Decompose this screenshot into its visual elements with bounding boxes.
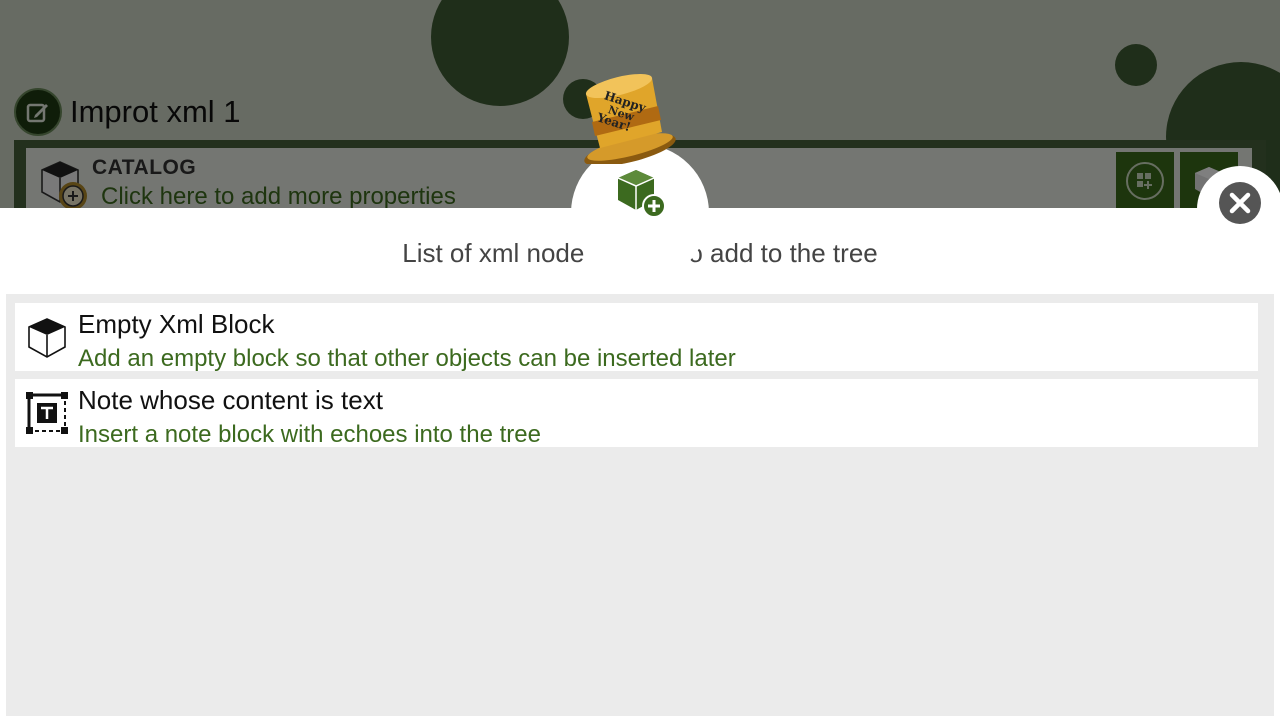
list-item-title: Empty Xml Block: [78, 309, 275, 339]
close-button[interactable]: [1219, 182, 1261, 224]
list-item-empty-xml-block[interactable]: Empty Xml Block Add an empty block so th…: [15, 303, 1258, 372]
add-cube-icon: [617, 170, 666, 218]
list-item-text-note[interactable]: Note whose content is text Insert a note…: [15, 379, 1258, 448]
list-item-title: Note whose content is text: [78, 385, 383, 415]
cube-icon: [28, 318, 66, 358]
new-year-hat-icon: Happy New Year!: [584, 74, 676, 164]
text-note-icon: [26, 392, 68, 434]
list-item-description: Add an empty block so that other objects…: [78, 345, 736, 372]
node-object-list: Empty Xml Block Add an empty block so th…: [6, 294, 1274, 716]
list-item-description: Insert a note block with echoes into the…: [78, 421, 541, 448]
close-icon: [1229, 192, 1251, 214]
add-node-dialog: List of xml node objects to add to the t…: [0, 208, 1280, 720]
